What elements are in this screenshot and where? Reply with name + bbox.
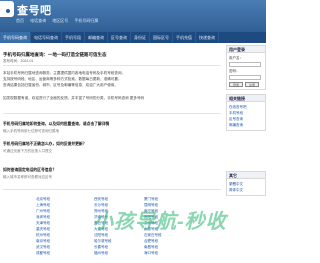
header-links: 首页 电话查询 地区区号 手机号码归属 bbox=[16, 18, 103, 24]
article-paragraph: 查询结果包括归属省份、城市、区号及邮编等信息，欢迎广大用户使用。 bbox=[3, 83, 118, 87]
site-header: 查号吧 首页 电话查询 地区区号 手机号码归属 bbox=[0, 0, 266, 32]
faq-question[interactable]: 手机号码归属地如何查询，以及如何批量查询，请点击了解详情 bbox=[3, 122, 109, 127]
divider bbox=[3, 65, 221, 66]
faq-question[interactable]: 手机号码归属地不正确怎么办，如何反馈并更新？ bbox=[3, 142, 87, 147]
header-link-phone[interactable]: 电话查询 bbox=[30, 18, 46, 23]
article-paragraph: 支持按号码段、地区、运营商等多种方式检索，数据每日更新，准确可靠。 bbox=[3, 77, 122, 81]
misc-box-title: 其它 bbox=[227, 172, 265, 179]
nav-recharge[interactable]: 手机充值 bbox=[173, 32, 196, 43]
faq-question[interactable]: 如何查询固定电话的区号信息？ bbox=[3, 168, 56, 173]
divider bbox=[3, 113, 221, 114]
site-logo[interactable] bbox=[0, 1, 14, 17]
login-button[interactable]: 登录 bbox=[229, 82, 243, 87]
username-input[interactable] bbox=[229, 62, 261, 67]
password-input[interactable] bbox=[229, 75, 261, 80]
faq-answer: 输入城市名称即可查看对应区号 bbox=[3, 175, 52, 179]
nav-intl-code[interactable]: 国际区号 bbox=[150, 32, 173, 43]
sidebar-link[interactable]: 邮编查询 bbox=[229, 122, 263, 128]
username-label: 用户名： bbox=[229, 56, 243, 60]
login-box-body: 用户名： 密码： 登录 注册 bbox=[227, 53, 265, 89]
login-box: 用户登录 用户名： 密码： 登录 注册 bbox=[226, 45, 266, 90]
article-paragraph: 如发现数据有误，欢迎进行了全面的反馈，并丰富了号码的分类，手机号码查询 更多号码 bbox=[3, 96, 145, 100]
main-nav: 手机号码查询 电话号码查询 手机号段 邮编查询 区号查询 身份证 国际区号 手机… bbox=[0, 32, 266, 43]
article-title: 手机号码归属地查询：一地一码打造全链路可信生态 bbox=[3, 52, 107, 57]
header-link-home[interactable]: 首页 bbox=[16, 18, 24, 23]
article-subtitle: 发布时间：2024-01 bbox=[3, 59, 34, 63]
city-link[interactable]: 成都号段 bbox=[36, 250, 50, 256]
nav-number-segment[interactable]: 手机号段 bbox=[62, 32, 85, 43]
header-link-mobile[interactable]: 手机号码归属 bbox=[74, 18, 98, 23]
faq-answer: 输入手机号码前七位即可查询归属地 bbox=[3, 129, 59, 133]
misc-box-body: 繁體中文 简体中文 bbox=[227, 179, 265, 195]
password-label: 密码： bbox=[229, 69, 240, 73]
sidebar: 用户登录 用户名： 密码： 登录 注册 相关链接 在线查号吧 手机号段 区号查询 … bbox=[226, 45, 266, 200]
article-paragraph: 本站手机号码归属地查询服务，主要提供国内各地电话号码及手机号段查询， bbox=[3, 71, 126, 75]
lang-simplified-link[interactable]: 简体中文 bbox=[229, 187, 263, 193]
logo-dot bbox=[6, 9, 10, 13]
links-box-body: 在线查号吧 手机号段 区号查询 邮编查询 bbox=[227, 102, 265, 130]
links-box: 相关链接 在线查号吧 手机号段 区号查询 邮编查询 bbox=[226, 94, 266, 131]
links-box-title: 相关链接 bbox=[227, 95, 265, 102]
login-box-title: 用户登录 bbox=[227, 46, 265, 53]
city-link[interactable]: 福州号段 bbox=[94, 250, 112, 256]
site-title[interactable]: 查号吧 bbox=[17, 2, 52, 18]
misc-box: 其它 繁體中文 简体中文 bbox=[226, 171, 266, 196]
nav-postcode[interactable]: 邮编查询 bbox=[85, 32, 108, 43]
header-link-area[interactable]: 地区区号 bbox=[52, 18, 68, 23]
nav-id-card[interactable]: 身份证 bbox=[131, 32, 150, 43]
links-column: 北京号段 上海号段 广州号段 深圳号段 天津号段 重庆号段 杭州号段 南京号段 … bbox=[36, 196, 50, 256]
register-button[interactable]: 注册 bbox=[245, 82, 259, 87]
nav-area-code[interactable]: 区号查询 bbox=[108, 32, 131, 43]
nav-express[interactable]: 快递查询 bbox=[196, 32, 219, 43]
divider bbox=[3, 189, 221, 190]
nav-phone-lookup[interactable]: 电话号码查询 bbox=[31, 32, 62, 43]
city-link[interactable]: 海口号段 bbox=[144, 250, 162, 256]
watermark-text: 小孩导航-秒收 bbox=[93, 211, 227, 233]
nav-mobile-lookup[interactable]: 手机号码查询 bbox=[0, 32, 31, 43]
faq-answer: 可通过页面下方的反馈入口提交 bbox=[3, 149, 52, 153]
